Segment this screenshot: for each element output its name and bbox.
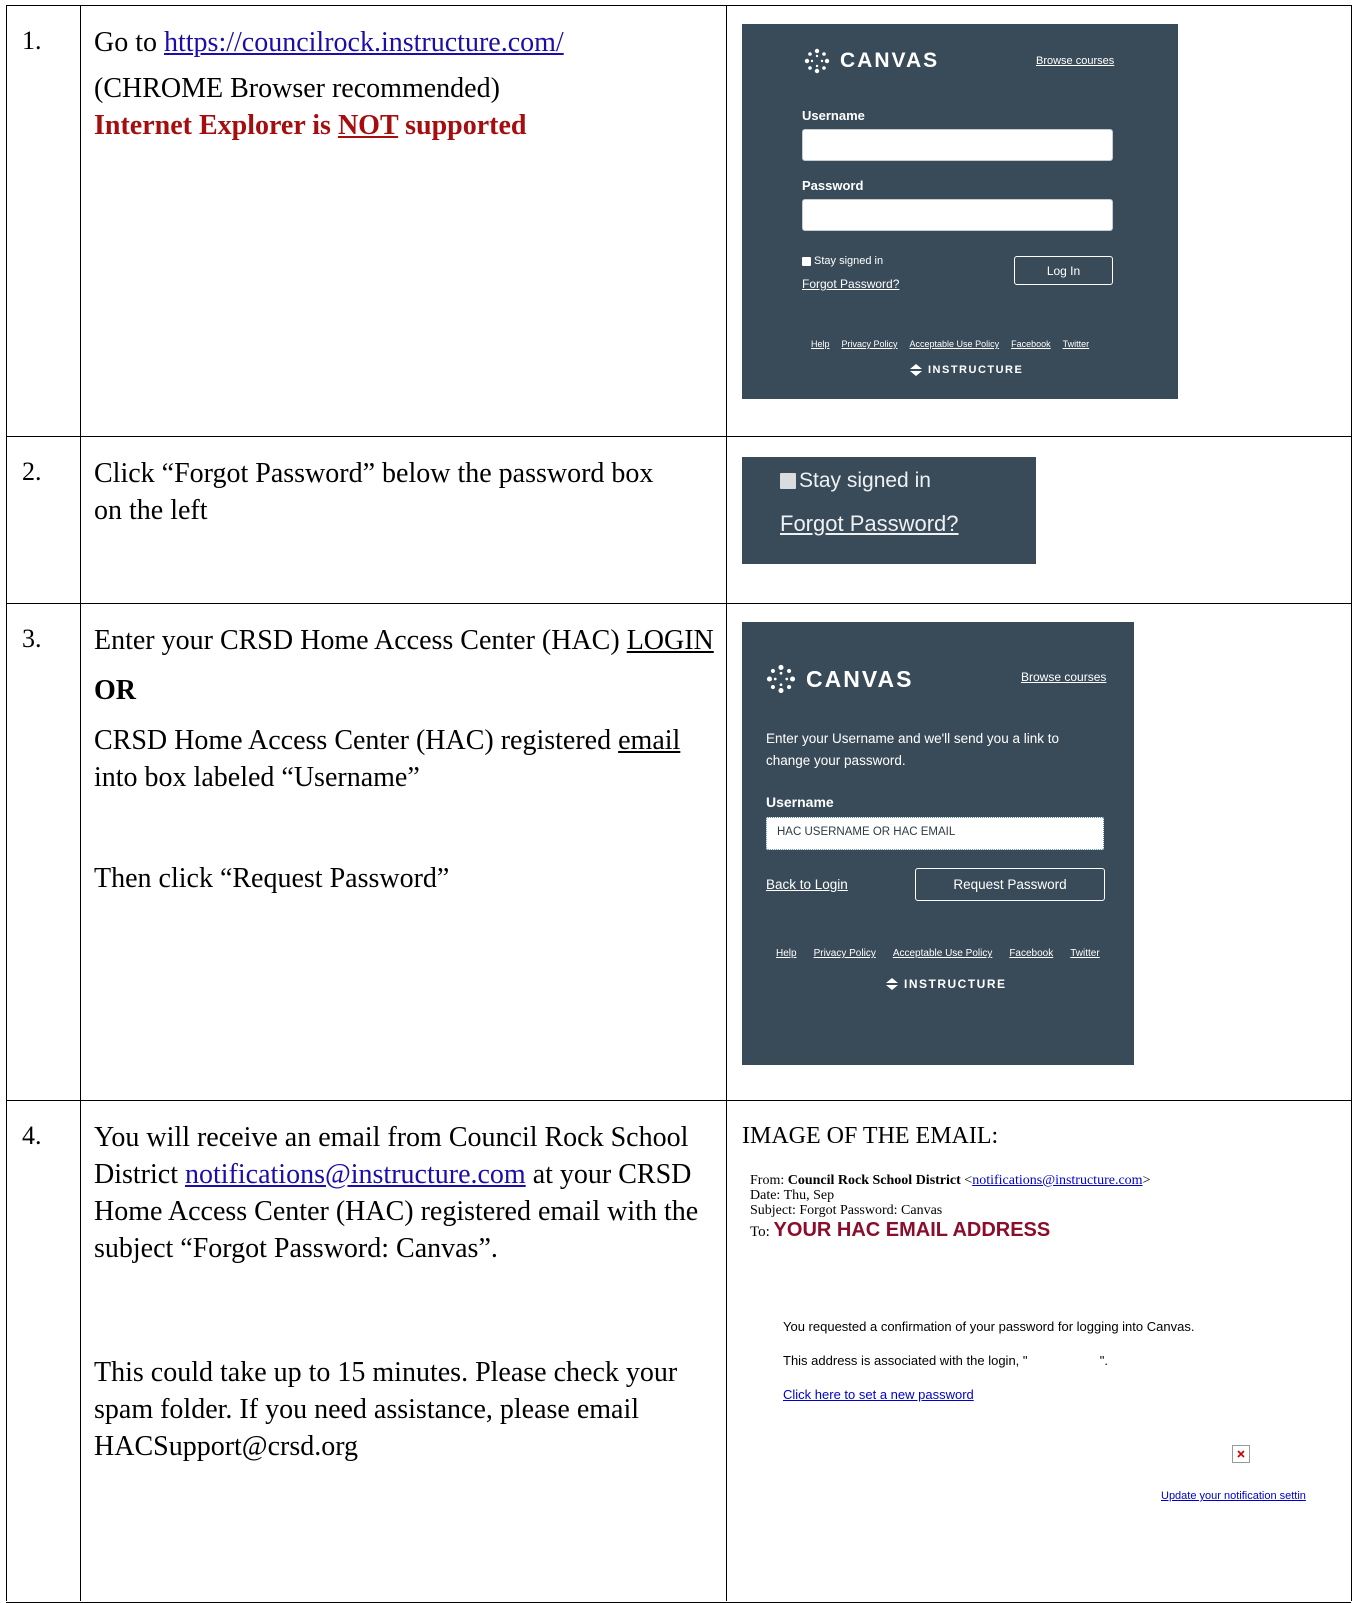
step-text: Go to https://councilrock.instructure.co…	[94, 24, 714, 144]
instructure-logo: INSTRUCTURE	[910, 364, 1023, 376]
email-screenshot: From: Council Rock School District <noti…	[750, 1173, 1346, 1593]
canvas-logo: CANVAS	[804, 48, 939, 74]
canvas-logo: CANVAS	[766, 664, 913, 694]
canvas-login-screenshot: CANVAS Browse courses Username Password …	[742, 24, 1178, 399]
step-number: 3.	[22, 624, 42, 653]
request-password-button[interactable]: Request Password	[915, 868, 1105, 901]
table-row: 3. Enter your CRSD Home Access Center (H…	[6, 603, 1351, 1101]
step-text: You will receive an email from Council R…	[94, 1119, 714, 1465]
email-caption: IMAGE OF THE EMAIL:	[742, 1123, 999, 1149]
footer-link-twitter[interactable]: Twitter	[1063, 339, 1090, 349]
table-row: 1. Go to https://councilrock.instructure…	[6, 5, 1351, 437]
canvas-logo-icon	[766, 664, 796, 694]
table-row: 2. Click “Forgot Password” below the pas…	[6, 436, 1351, 604]
browser-recommendation: (CHROME Browser recommended)	[94, 73, 500, 104]
back-to-login-link[interactable]: Back to Login	[766, 877, 848, 892]
username-input[interactable]	[802, 129, 1113, 161]
username-label: Username	[802, 108, 865, 123]
footer-links: Help Privacy Policy Acceptable Use Polic…	[776, 948, 1100, 959]
instruction-table: 1. Go to https://councilrock.instructure…	[6, 5, 1352, 1603]
footer-link-privacy[interactable]: Privacy Policy	[814, 948, 876, 959]
username-label: Username	[766, 794, 834, 810]
footer-links: Help Privacy Policy Acceptable Use Polic…	[811, 339, 1089, 349]
footer-link-facebook[interactable]: Facebook	[1009, 948, 1053, 959]
stay-signed-in-checkbox[interactable]: Stay signed in	[802, 255, 883, 267]
browse-courses-link[interactable]: Browse courses	[1021, 670, 1106, 684]
step-number: 1.	[22, 26, 42, 55]
email-from: From: Council Rock School District <noti…	[750, 1173, 1151, 1188]
instructure-logo-icon	[886, 978, 898, 990]
email-body-line-2: This address is associated with the logi…	[783, 1353, 1108, 1368]
forgot-password-link[interactable]: Forgot Password?	[802, 277, 899, 291]
step-text: Enter your CRSD Home Access Center (HAC)…	[94, 622, 714, 897]
password-label: Password	[802, 178, 864, 193]
browse-courses-link[interactable]: Browse courses	[1036, 55, 1114, 67]
login-emphasis: LOGIN	[626, 625, 714, 656]
forgot-password-link[interactable]: Forgot Password?	[780, 511, 959, 537]
footer-link-help[interactable]: Help	[776, 948, 797, 959]
broken-image-icon	[1232, 1445, 1250, 1463]
email-body-line-1: You requested a confirmation of your pas…	[783, 1319, 1195, 1334]
table-row: 4. You will receive an email from Counci…	[6, 1100, 1351, 1603]
footer-link-privacy[interactable]: Privacy Policy	[842, 339, 898, 349]
canvas-logo-icon	[804, 48, 830, 74]
email-date: Date: Thu, Sep	[750, 1188, 835, 1203]
email-emphasis: email	[618, 725, 681, 756]
request-instruction: Then click “Request Password”	[94, 863, 450, 894]
table-border-right	[1351, 5, 1352, 1601]
step-number: 2.	[22, 457, 42, 486]
or-separator: OR	[94, 675, 136, 706]
step-number: 4.	[22, 1121, 42, 1150]
stay-signed-in-checkbox[interactable]: Stay signed in	[780, 469, 931, 493]
footer-link-help[interactable]: Help	[811, 339, 830, 349]
checkbox-icon	[780, 473, 796, 490]
instructure-logo-icon	[910, 364, 922, 376]
email-to: To: YOUR HAC EMAIL ADDRESS	[750, 1219, 1051, 1241]
reset-instructions: Enter your Username and we'll send you a…	[766, 731, 1059, 768]
checkbox-icon	[802, 256, 811, 266]
footer-link-twitter[interactable]: Twitter	[1070, 948, 1099, 959]
step-text: Click “Forgot Password” below the passwo…	[94, 458, 654, 526]
forgot-password-crop-screenshot: Stay signed in Forgot Password?	[742, 457, 1036, 564]
ie-warning: Internet Explorer is NOT supported	[94, 110, 527, 141]
footer-link-acceptable-use[interactable]: Acceptable Use Policy	[910, 339, 1000, 349]
username-input[interactable]: HAC USERNAME OR HAC EMAIL	[766, 817, 1104, 850]
email-subject: Subject: Forgot Password: Canvas	[750, 1203, 943, 1218]
update-notification-settings-link[interactable]: Update your notification settin	[1161, 1490, 1306, 1502]
log-in-button[interactable]: Log In	[1014, 256, 1113, 285]
notifications-email-link[interactable]: notifications@instructure.com	[185, 1159, 526, 1190]
canvas-forgot-password-screenshot: CANVAS Browse courses Enter your Usernam…	[742, 622, 1134, 1065]
set-new-password-link[interactable]: Click here to set a new password	[783, 1387, 974, 1402]
footer-link-acceptable-use[interactable]: Acceptable Use Policy	[893, 948, 993, 959]
footer-link-facebook[interactable]: Facebook	[1011, 339, 1051, 349]
email-from-address[interactable]: notifications@instructure.com	[972, 1173, 1142, 1188]
council-rock-canvas-link[interactable]: https://councilrock.instructure.com/	[164, 27, 564, 58]
wait-and-support-note: This could take up to 15 minutes. Please…	[94, 1357, 678, 1462]
instructure-logo: INSTRUCTURE	[886, 977, 1007, 991]
password-input[interactable]	[802, 199, 1113, 231]
